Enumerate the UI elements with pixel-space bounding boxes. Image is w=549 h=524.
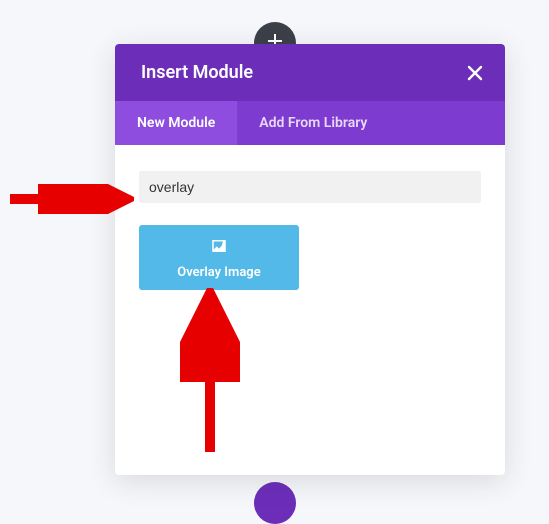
- tab-new-module[interactable]: New Module: [115, 101, 237, 145]
- modal-title: Insert Module: [141, 62, 253, 83]
- image-overlay-icon: [210, 237, 228, 259]
- search-input[interactable]: [139, 171, 481, 203]
- insert-module-modal: Insert Module New Module Add From Librar…: [115, 44, 505, 475]
- modal-header: Insert Module: [115, 44, 505, 101]
- modal-tabs: New Module Add From Library: [115, 101, 505, 145]
- close-icon: [467, 65, 483, 81]
- bottom-circle-button[interactable]: [254, 482, 296, 524]
- tab-add-from-library[interactable]: Add From Library: [237, 101, 389, 145]
- modal-body: Overlay Image: [115, 145, 505, 475]
- module-label: Overlay Image: [177, 265, 260, 280]
- close-button[interactable]: [467, 65, 483, 81]
- module-overlay-image[interactable]: Overlay Image: [139, 225, 299, 290]
